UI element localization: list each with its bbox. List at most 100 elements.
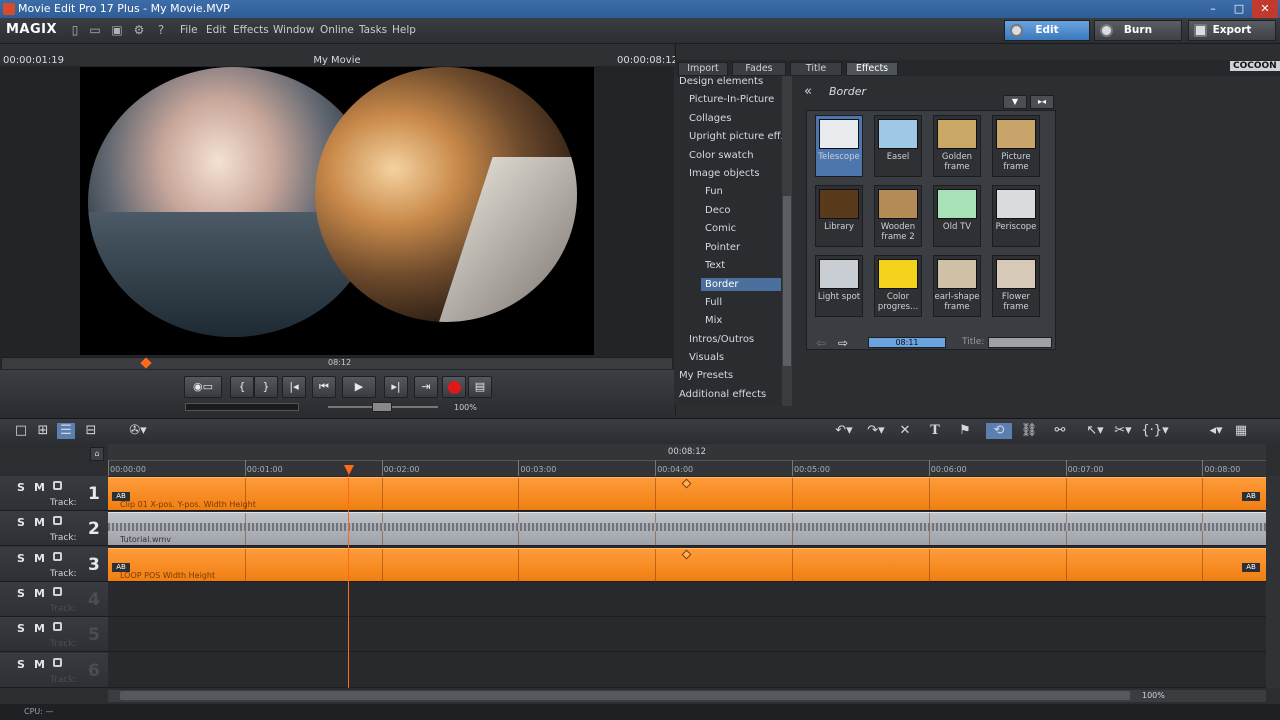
- solo-button[interactable]: S: [17, 622, 25, 635]
- loop-icon[interactable]: ⟲: [986, 423, 1012, 439]
- zoom-slider[interactable]: [328, 402, 438, 412]
- effect-tile[interactable]: earl-shape frame: [933, 255, 981, 317]
- track-lane[interactable]: [108, 653, 1266, 688]
- mouse-mode-icon[interactable]: ↖▾: [1082, 423, 1108, 439]
- track-header[interactable]: S M Track: 1: [0, 476, 108, 511]
- save-icon[interactable]: ▣: [110, 23, 124, 37]
- effect-tile[interactable]: Golden frame: [933, 115, 981, 177]
- unlink-icon[interactable]: ⚯: [1048, 423, 1072, 439]
- menu-tasks[interactable]: Tasks: [359, 24, 387, 36]
- hscroll-thumb[interactable]: [120, 691, 1130, 700]
- mute-button[interactable]: M: [34, 552, 45, 565]
- mute-button[interactable]: M: [34, 516, 45, 529]
- view-grid-icon[interactable]: ⊞: [34, 423, 52, 439]
- timeline-zoom[interactable]: 100%: [1142, 691, 1165, 700]
- text-tool-icon[interactable]: T: [926, 423, 944, 439]
- keyframe-marker[interactable]: [681, 549, 692, 560]
- preview-scrubber[interactable]: 08:12: [2, 357, 672, 369]
- keyframe-marker[interactable]: [681, 478, 692, 489]
- preview-zoom[interactable]: 100%: [454, 403, 477, 412]
- track-header[interactable]: S M Track: 5: [0, 617, 108, 653]
- tree-item[interactable]: Picture-In-Picture: [689, 94, 774, 105]
- back-chevron-icon[interactable]: «: [804, 84, 812, 99]
- timeline-hscroll[interactable]: 100%: [108, 690, 1266, 702]
- snap-icon[interactable]: {·}▾: [1140, 423, 1170, 439]
- dropdown-button[interactable]: ▼: [1003, 95, 1027, 109]
- effect-tile[interactable]: Library: [815, 185, 863, 247]
- timeline-ruler[interactable]: 00:08:12 00:00:00 00:01:00 00:02:00 00:03:0…: [108, 444, 1266, 476]
- lock-icon[interactable]: [53, 657, 62, 667]
- undo-icon[interactable]: ↶▾: [832, 423, 856, 439]
- mute-button[interactable]: M: [34, 481, 45, 494]
- lock-icon[interactable]: [53, 622, 62, 632]
- tree-item[interactable]: My Presets: [679, 370, 733, 381]
- tab-import[interactable]: Import: [678, 62, 728, 76]
- solo-button[interactable]: S: [17, 658, 25, 671]
- track-header[interactable]: S M Track: 4: [0, 581, 108, 617]
- maximize-button[interactable]: □: [1226, 0, 1252, 18]
- tree-item[interactable]: Additional effects: [679, 389, 766, 400]
- film-menu-icon[interactable]: ✇▾: [124, 423, 152, 439]
- tab-fades[interactable]: Fades: [732, 62, 786, 76]
- track-lane[interactable]: AB AB Clip 01 X-pos. Y-pos. Width Height: [108, 476, 1266, 511]
- mute-button[interactable]: M: [34, 587, 45, 600]
- go-start-button[interactable]: ⏮: [312, 376, 336, 398]
- title-field[interactable]: [988, 337, 1052, 348]
- menu-file[interactable]: File: [180, 24, 198, 36]
- tree-scroll-thumb[interactable]: [783, 196, 791, 366]
- lock-icon[interactable]: [53, 516, 62, 526]
- tree-item[interactable]: Mix: [705, 315, 722, 326]
- prev-arrow-icon[interactable]: ⇦: [816, 336, 826, 350]
- go-end-button[interactable]: ⇥: [414, 376, 438, 398]
- mark-out-button[interactable]: }: [254, 376, 278, 398]
- tree-item[interactable]: Text: [705, 260, 725, 271]
- solo-button[interactable]: S: [17, 587, 25, 600]
- record-button[interactable]: [442, 376, 466, 398]
- minimize-button[interactable]: –: [1200, 0, 1226, 18]
- close-button[interactable]: ✕: [1252, 0, 1278, 18]
- play-button[interactable]: ▶: [342, 376, 376, 398]
- clip-ab-badge[interactable]: AB: [1242, 492, 1260, 501]
- effect-time-field[interactable]: 08:11: [868, 337, 946, 348]
- tree-item[interactable]: Deco: [705, 205, 730, 216]
- mixer-icon[interactable]: ▦: [1232, 423, 1250, 439]
- speaker-icon[interactable]: ◂▾: [1204, 423, 1228, 439]
- solo-button[interactable]: S: [17, 481, 25, 494]
- mute-button[interactable]: M: [34, 622, 45, 635]
- view-timeline-icon[interactable]: ☰: [57, 423, 75, 439]
- next-marker-button[interactable]: ▸|: [384, 376, 408, 398]
- tree-item[interactable]: Fun: [705, 186, 723, 197]
- mode-export-button[interactable]: Export: [1188, 20, 1276, 41]
- lock-icon[interactable]: [53, 586, 62, 596]
- effect-tile[interactable]: Old TV: [933, 185, 981, 247]
- tree-item[interactable]: Pointer: [705, 242, 740, 253]
- effect-tile[interactable]: Easel: [874, 115, 922, 177]
- zoom-slider-thumb[interactable]: [372, 402, 392, 412]
- tree-item[interactable]: Comic: [705, 223, 736, 234]
- track-lane[interactable]: Tutorial.wmv: [108, 511, 1266, 547]
- track-lane[interactable]: [108, 617, 1266, 653]
- mode-edit-button[interactable]: Edit: [1004, 20, 1090, 41]
- tree-item[interactable]: Border: [701, 278, 781, 292]
- fullscreen-button[interactable]: ▤: [468, 376, 492, 398]
- effect-tile[interactable]: Periscope: [992, 185, 1040, 247]
- tree-scrollbar[interactable]: [782, 76, 792, 406]
- lock-icon[interactable]: [53, 481, 62, 490]
- track-header[interactable]: S M Track: 6: [0, 652, 108, 688]
- mute-button[interactable]: M: [34, 658, 45, 671]
- solo-button[interactable]: S: [17, 516, 25, 529]
- video-clip[interactable]: AB AB LOOP POS Width Height: [108, 547, 1266, 582]
- view-single-icon[interactable]: □: [12, 423, 30, 439]
- tree-item[interactable]: Visuals: [689, 352, 724, 363]
- view-mixer-icon[interactable]: ⊟: [82, 423, 100, 439]
- link-icon[interactable]: ⛓: [1020, 423, 1038, 439]
- track-header[interactable]: S M Track: 3: [0, 546, 108, 582]
- effect-tile[interactable]: Telescope: [815, 115, 863, 177]
- settings-icon[interactable]: ⚙: [132, 23, 146, 37]
- help-icon[interactable]: ?: [154, 23, 168, 37]
- marker-icon[interactable]: ⚑: [956, 423, 974, 439]
- delete-icon[interactable]: ✕: [896, 423, 914, 439]
- expand-button[interactable]: ▸◂: [1030, 95, 1054, 109]
- tree-item[interactable]: Color swatch: [689, 150, 754, 161]
- effect-tile[interactable]: Picture frame: [992, 115, 1040, 177]
